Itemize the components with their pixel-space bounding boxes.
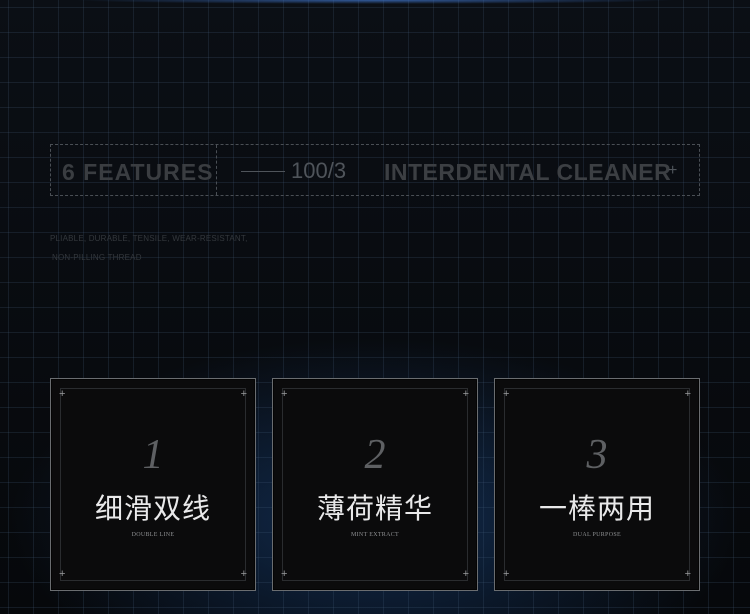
top-glow	[0, 0, 750, 4]
feature-header: 6 FEATURES 100/3 INTERDENTAL CLEANER +	[50, 144, 700, 196]
card-number: 1	[142, 432, 164, 478]
corner-plus-icon: +	[503, 568, 510, 580]
card-title: 细滑双线	[94, 492, 211, 525]
feature-count: 100/3	[291, 158, 347, 183]
card-inner-frame	[282, 388, 468, 581]
corner-plus-icon: +	[59, 568, 66, 580]
features-title: 6 FEATURES	[62, 159, 214, 185]
product-title: INTERDENTAL CLEANER	[384, 159, 672, 185]
corner-plus-icon: +	[503, 388, 510, 400]
card-subtitle: DOUBLE LINE	[131, 532, 175, 538]
dash-line	[241, 171, 285, 172]
corner-plus-icon: +	[684, 388, 691, 400]
card-subtitle: MINT EXTRACT	[351, 532, 399, 538]
corner-plus-icon: +	[462, 388, 469, 400]
card-subtitle: DUAL PURPOSE	[573, 532, 621, 538]
corner-plus-icon: +	[684, 568, 691, 580]
description-line-1: PLIABLE, DURABLE, TENSILE, WEAR-RESISTAN…	[50, 234, 248, 243]
feature-card-3: + + + + 3 一棒两用 DUAL PURPOSE	[494, 378, 700, 591]
feature-card-1: + + + + 1 细滑双线 DOUBLE LINE	[50, 378, 256, 591]
card-title: 薄荷精华	[316, 492, 433, 525]
card-inner-frame	[60, 388, 246, 581]
header-divider	[216, 145, 217, 195]
corner-plus-icon: +	[281, 568, 288, 580]
card-inner-frame	[504, 388, 690, 581]
corner-plus-icon: +	[240, 388, 247, 400]
corner-plus-icon: +	[59, 388, 66, 400]
corner-plus-icon: +	[462, 568, 469, 580]
card-number: 2	[364, 432, 386, 478]
card-number: 3	[586, 432, 608, 478]
feature-card-2: + + + + 2 薄荷精华 MINT EXTRACT	[272, 378, 478, 591]
card-title: 一棒两用	[538, 492, 655, 525]
description-line-2: NON-PILLING THREAD	[52, 253, 142, 262]
corner-plus-icon: +	[240, 568, 247, 580]
corner-plus-icon: +	[281, 388, 288, 400]
plus-icon: +	[668, 162, 678, 179]
